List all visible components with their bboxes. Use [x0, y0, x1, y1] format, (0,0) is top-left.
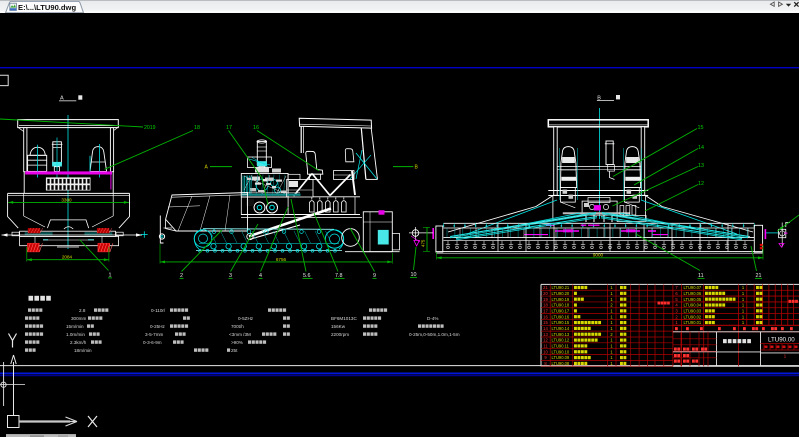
svg-text:LTU90.06: LTU90.06 [684, 291, 702, 296]
svg-text:6756: 6756 [276, 257, 287, 262]
svg-text:LTU90.21: LTU90.21 [552, 285, 570, 290]
svg-text:300mm: 300mm [71, 316, 86, 321]
svg-text:LTU90.10: LTU90.10 [552, 349, 570, 354]
svg-text:18: 18 [543, 303, 548, 308]
svg-text:LTU90.12: LTU90.12 [552, 338, 570, 343]
svg-text:0-25Hz: 0-25Hz [150, 324, 166, 329]
svg-text:<3mm /3M: <3mm /3M [229, 332, 251, 337]
svg-text:LTU90.05: LTU90.05 [684, 297, 702, 302]
svg-text:LTU90.16: LTU90.16 [552, 314, 570, 319]
svg-text:LTU90.09: LTU90.09 [552, 355, 570, 360]
svg-text:156Kw: 156Kw [331, 324, 346, 329]
svg-text:LTU90.18: LTU90.18 [552, 303, 570, 308]
svg-text:BF6M1013C: BF6M1013C [331, 316, 357, 321]
svg-text:15: 15 [698, 125, 704, 131]
svg-text:LTU90.20: LTU90.20 [552, 291, 570, 296]
svg-text:LTU90.17: LTU90.17 [552, 308, 570, 313]
svg-text:2200rpm: 2200rpm [331, 332, 349, 337]
svg-text:9000: 9000 [593, 253, 604, 258]
svg-text:LTU90.08: LTU90.08 [552, 361, 570, 366]
svg-text:E:\...\LTU90.dwg: E:\...\LTU90.dwg [18, 3, 76, 12]
svg-text:15: 15 [543, 320, 548, 325]
svg-text:LTU90.03: LTU90.03 [684, 308, 702, 313]
svg-text:LTU90.11: LTU90.11 [552, 344, 570, 349]
svg-text:10: 10 [543, 349, 548, 354]
svg-text:LTU90.04: LTU90.04 [684, 303, 702, 308]
svg-text:13: 13 [543, 332, 548, 337]
svg-text:13: 13 [698, 163, 704, 169]
svg-text:12: 12 [698, 181, 704, 187]
svg-text:19: 19 [543, 297, 548, 302]
svg-text:LTU90.13: LTU90.13 [552, 332, 570, 337]
svg-text:2.3km/h: 2.3km/h [70, 340, 87, 345]
svg-text:16: 16 [253, 125, 259, 131]
svg-text:LTU90.01: LTU90.01 [684, 320, 702, 325]
svg-text:12: 12 [543, 338, 548, 343]
svg-text:3-5-7mm: 3-5-7mm [145, 332, 164, 337]
svg-text:25t: 25t [231, 348, 238, 353]
svg-text:0-5ZHz: 0-5ZHz [238, 316, 254, 321]
svg-text:21: 21 [543, 285, 548, 290]
svg-text:16: 16 [543, 314, 548, 319]
svg-text:20: 20 [543, 291, 548, 296]
svg-text:700t/h: 700t/h [231, 324, 244, 329]
svg-text:>90%: >90% [231, 340, 243, 345]
svg-text:1.0m/min: 1.0m/min [66, 332, 85, 337]
svg-text:LTU90.02: LTU90.02 [684, 314, 702, 319]
svg-text:14: 14 [698, 145, 704, 151]
svg-text:14: 14 [543, 326, 548, 331]
svg-text:15m/min: 15m/min [66, 324, 84, 329]
svg-text:0-3-6-9m: 0-3-6-9m [143, 340, 162, 345]
svg-text:475: 475 [421, 239, 426, 247]
svg-text:3300: 3300 [61, 197, 72, 202]
svg-text:2019: 2019 [144, 125, 156, 131]
svg-text:D-4%: D-4% [427, 316, 439, 321]
svg-text:11: 11 [543, 344, 548, 349]
svg-text:2084: 2084 [62, 255, 73, 260]
svg-text:LTU90.14: LTU90.14 [552, 326, 570, 331]
svg-text:0-110r/: 0-110r/ [151, 308, 166, 313]
svg-text:LTU90.19: LTU90.19 [552, 297, 570, 302]
svg-text:LTU90.00: LTU90.00 [768, 336, 795, 343]
svg-text:0-25m,0-50m,1.0m,1-5m: 0-25m,0-50m,1.0m,1-5m [409, 332, 460, 337]
svg-text:2.8: 2.8 [79, 308, 86, 313]
svg-text:LTU90.07: LTU90.07 [684, 285, 702, 290]
svg-text:17: 17 [543, 308, 548, 313]
svg-text:18: 18 [194, 125, 200, 131]
svg-text:18m/min: 18m/min [74, 348, 92, 353]
svg-text:LTU90.15: LTU90.15 [552, 320, 570, 325]
svg-text:17: 17 [226, 125, 232, 131]
